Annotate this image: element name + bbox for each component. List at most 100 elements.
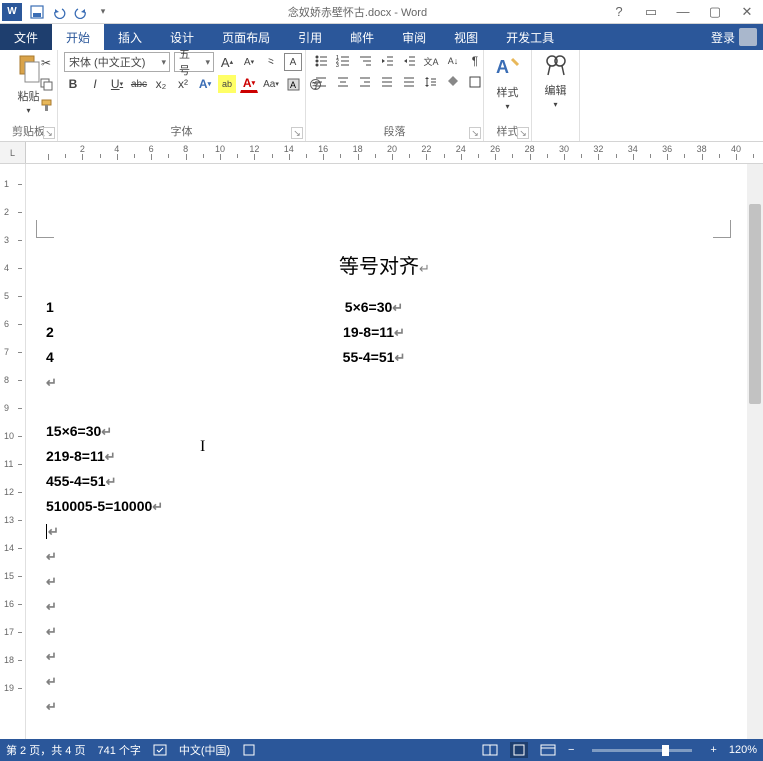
spellcheck-icon[interactable] bbox=[153, 743, 167, 757]
zoom-level[interactable]: 120% bbox=[729, 744, 757, 756]
font-launcher-icon[interactable]: ↘ bbox=[291, 127, 303, 139]
char-border-button[interactable]: A bbox=[284, 53, 302, 71]
zoom-in-button[interactable]: + bbox=[710, 744, 716, 756]
title-bar: W ▾ 念奴娇赤壁怀古.docx - Word ? ▭ — ▢ ✕ bbox=[0, 0, 763, 24]
tab-selector[interactable]: L bbox=[0, 142, 26, 163]
tab-developer[interactable]: 开发工具 bbox=[492, 24, 568, 50]
font-name-select[interactable]: 宋体 (中文正文) bbox=[64, 52, 170, 72]
phonetic-guide-button[interactable]: ⺀ bbox=[262, 53, 280, 71]
change-case-button[interactable]: Aa▾ bbox=[262, 75, 280, 93]
grow-font-button[interactable]: A▴ bbox=[218, 53, 236, 71]
highlight-button[interactable]: ab bbox=[218, 75, 236, 93]
align-justify-button[interactable] bbox=[378, 73, 396, 91]
multilevel-list-button[interactable] bbox=[356, 52, 374, 70]
tab-insert[interactable]: 插入 bbox=[104, 24, 156, 50]
horizontal-ruler[interactable]: L 246810121416182022242628303234363840 bbox=[0, 142, 763, 164]
tab-references[interactable]: 引用 bbox=[284, 24, 336, 50]
svg-text:A: A bbox=[290, 80, 296, 90]
zoom-out-button[interactable]: − bbox=[568, 744, 574, 756]
styles-label: 样式 bbox=[497, 84, 519, 100]
copy-icon[interactable] bbox=[37, 75, 55, 93]
strikethrough-button[interactable]: abc bbox=[130, 75, 148, 93]
shrink-font-button[interactable]: A▾ bbox=[240, 53, 258, 71]
margin-corner-tl bbox=[36, 220, 54, 238]
editing-button[interactable]: 编辑 ▾ bbox=[543, 52, 569, 109]
minimize-button[interactable]: — bbox=[667, 1, 699, 23]
format-painter-icon[interactable] bbox=[37, 96, 55, 114]
tab-mailings[interactable]: 邮件 bbox=[336, 24, 388, 50]
language-indicator[interactable]: 中文(中国) bbox=[179, 742, 230, 758]
align-right-button[interactable] bbox=[356, 73, 374, 91]
ribbon-options-button[interactable]: ▭ bbox=[635, 1, 667, 23]
sort-button[interactable]: A↓ bbox=[444, 52, 462, 70]
borders-button[interactable] bbox=[466, 73, 484, 91]
status-bar: 第 2 页，共 4 页 741 个字 中文(中国) − + 120% bbox=[0, 739, 763, 761]
document-content[interactable]: 等号对齐↵ 15×6=30↵ 219-8=11↵ 455-4=51↵ ↵ 15×… bbox=[46, 250, 723, 719]
save-icon[interactable] bbox=[28, 3, 46, 21]
clipboard-launcher-icon[interactable]: ↘ bbox=[43, 127, 55, 139]
text-direction-button[interactable]: 文A bbox=[422, 52, 440, 70]
quick-access-toolbar: ▾ bbox=[28, 3, 112, 21]
read-mode-icon[interactable] bbox=[482, 744, 498, 756]
maximize-button[interactable]: ▢ bbox=[699, 1, 731, 23]
paragraph-launcher-icon[interactable]: ↘ bbox=[469, 127, 481, 139]
char-shading-button[interactable]: A bbox=[284, 75, 302, 93]
ruler-scale[interactable]: 246810121416182022242628303234363840 bbox=[26, 142, 763, 163]
web-layout-icon[interactable] bbox=[540, 744, 556, 756]
document-heading: 等号对齐↵ bbox=[46, 250, 723, 279]
help-button[interactable]: ? bbox=[603, 1, 635, 23]
tab-home[interactable]: 开始 bbox=[52, 24, 104, 50]
word-count[interactable]: 741 个字 bbox=[97, 742, 140, 758]
bold-button[interactable]: B bbox=[64, 75, 82, 93]
line-spacing-button[interactable] bbox=[422, 73, 440, 91]
group-clipboard: 粘贴 ▾ ✂ 剪贴板 ↘ bbox=[0, 50, 58, 141]
styles-button[interactable]: A 样式 ▾ bbox=[493, 52, 523, 111]
italic-button[interactable]: I bbox=[86, 75, 104, 93]
numbering-button[interactable]: 123 bbox=[334, 52, 352, 70]
cut-icon[interactable]: ✂ bbox=[37, 54, 55, 72]
zoom-slider[interactable] bbox=[592, 749, 692, 752]
increase-indent-button[interactable] bbox=[400, 52, 418, 70]
shading-button[interactable] bbox=[444, 73, 462, 91]
align-left-button[interactable] bbox=[312, 73, 330, 91]
redo-icon[interactable] bbox=[72, 3, 90, 21]
font-group-label: 字体 bbox=[64, 121, 299, 141]
group-font: 宋体 (中文正文) 五号 A▴ A▾ ⺀ A B I U▾ abc x₂ x² … bbox=[58, 50, 306, 141]
show-marks-button[interactable]: ¶ bbox=[466, 52, 484, 70]
insert-mode-icon[interactable] bbox=[242, 743, 256, 757]
svg-text:3: 3 bbox=[336, 63, 339, 68]
close-button[interactable]: ✕ bbox=[731, 1, 763, 23]
vertical-scrollbar[interactable] bbox=[747, 164, 763, 739]
svg-text:A: A bbox=[496, 57, 509, 77]
file-tab[interactable]: 文件 bbox=[0, 24, 52, 50]
font-size-select[interactable]: 五号 bbox=[174, 52, 214, 72]
document-area: 12345678910111213141516171819 I 等号对齐↵ 15… bbox=[0, 164, 763, 739]
subscript-button[interactable]: x₂ bbox=[152, 75, 170, 93]
text-effects-button[interactable]: A▾ bbox=[196, 75, 214, 93]
ribbon-tabs: 文件 开始 插入 设计 页面布局 引用 邮件 审阅 视图 开发工具 登录 bbox=[0, 24, 763, 50]
font-color-button[interactable]: A▾ bbox=[240, 75, 258, 93]
scroll-thumb[interactable] bbox=[749, 204, 761, 404]
paragraph-group-label: 段落 bbox=[312, 121, 477, 141]
tab-view[interactable]: 视图 bbox=[440, 24, 492, 50]
align-center-button[interactable] bbox=[334, 73, 352, 91]
ribbon: 粘贴 ▾ ✂ 剪贴板 ↘ 宋体 (中文正文) 五号 A▴ A▾ ⺀ A B I bbox=[0, 50, 763, 142]
login-label: 登录 bbox=[711, 29, 735, 46]
distribute-button[interactable] bbox=[400, 73, 418, 91]
page-indicator[interactable]: 第 2 页，共 4 页 bbox=[6, 742, 85, 758]
tab-review[interactable]: 审阅 bbox=[388, 24, 440, 50]
login-button[interactable]: 登录 bbox=[705, 24, 763, 50]
styles-launcher-icon[interactable]: ↘ bbox=[517, 127, 529, 139]
bullets-button[interactable] bbox=[312, 52, 330, 70]
word-app-icon: W bbox=[2, 3, 22, 21]
document-page[interactable]: I 等号对齐↵ 15×6=30↵ 219-8=11↵ 455-4=51↵ ↵ 1… bbox=[26, 164, 763, 739]
margin-corner-tr bbox=[713, 220, 731, 238]
qat-dropdown-icon[interactable]: ▾ bbox=[94, 3, 112, 21]
underline-button[interactable]: U▾ bbox=[108, 75, 126, 93]
tab-layout[interactable]: 页面布局 bbox=[208, 24, 284, 50]
undo-icon[interactable] bbox=[50, 3, 68, 21]
vertical-ruler[interactable]: 12345678910111213141516171819 bbox=[0, 164, 26, 739]
group-editing: 编辑 ▾ bbox=[532, 50, 580, 141]
decrease-indent-button[interactable] bbox=[378, 52, 396, 70]
print-layout-icon[interactable] bbox=[510, 742, 528, 758]
